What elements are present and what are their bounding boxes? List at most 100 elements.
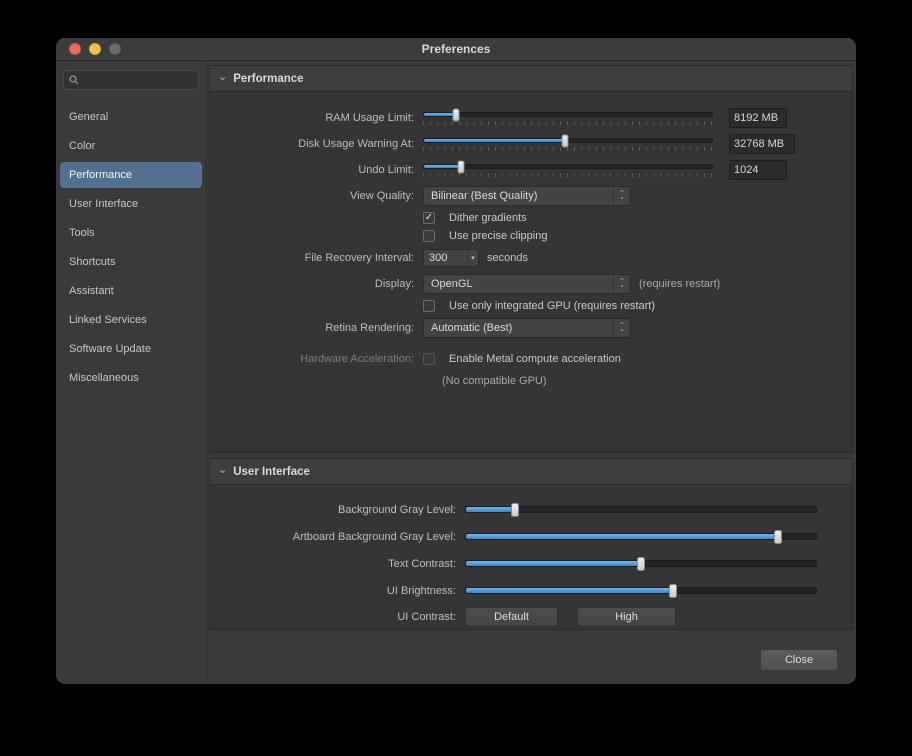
artboard-gray-label: Artboard Background Gray Level: xyxy=(292,530,456,543)
search-icon xyxy=(69,75,79,85)
dither-gradients-checkbox[interactable] xyxy=(423,212,435,224)
undo-limit-label: Undo Limit: xyxy=(358,164,414,176)
sidebar-item-performance[interactable]: Performance xyxy=(60,162,202,188)
user-interface-section-header[interactable]: ⌄ User Interface xyxy=(210,459,852,485)
hardware-accel-label: Hardware Acceleration: xyxy=(300,353,414,365)
desktop: { "window": { "title": "Preferences", "c… xyxy=(0,0,912,756)
sidebar-item-user-interface[interactable]: User Interface xyxy=(60,191,202,217)
hardware-accel-row: Hardware Acceleration: Enable Metal comp… xyxy=(220,346,842,372)
user-interface-section-title: User Interface xyxy=(233,465,310,478)
chevron-down-icon: ⌄ xyxy=(218,464,228,476)
ui-brightness-slider[interactable] xyxy=(465,584,817,598)
search-input[interactable] xyxy=(63,70,199,90)
integrated-gpu-checkbox[interactable] xyxy=(423,300,435,312)
slider-thumb[interactable] xyxy=(452,108,460,121)
ui-brightness-row: UI Brightness: xyxy=(220,577,842,604)
zoom-window-icon xyxy=(109,43,121,55)
sidebar-item-color[interactable]: Color xyxy=(60,133,202,159)
content-area: ⌄ Performance RAM Usage Limit: 8192 MB D… xyxy=(207,61,856,684)
undo-limit-slider[interactable] xyxy=(423,160,713,177)
undo-limit-field[interactable] xyxy=(729,160,787,180)
ram-usage-row: RAM Usage Limit: xyxy=(220,105,842,131)
ram-usage-slider[interactable] xyxy=(423,108,713,125)
dither-gradients-label: Dither gradients xyxy=(449,212,527,224)
traffic-lights xyxy=(69,43,121,55)
minimize-window-icon[interactable] xyxy=(89,43,101,55)
metal-accel-checkbox xyxy=(423,353,435,365)
disk-warning-label: Disk Usage Warning At: xyxy=(298,138,414,150)
close-window-icon[interactable] xyxy=(69,43,81,55)
slider-thumb[interactable] xyxy=(773,530,782,544)
slider-thumb[interactable] xyxy=(668,584,677,598)
artboard-gray-row: Artboard Background Gray Level: xyxy=(220,523,842,550)
text-contrast-label: Text Contrast: xyxy=(388,557,456,570)
precise-clipping-row: Use precise clipping xyxy=(220,227,842,245)
file-recovery-combo[interactable]: ▾ xyxy=(423,249,479,267)
integrated-gpu-row: Use only integrated GPU (requires restar… xyxy=(220,297,842,315)
chevron-down-icon: ⌄ xyxy=(218,71,228,83)
integrated-gpu-label: Use only integrated GPU (requires restar… xyxy=(449,300,656,312)
gpu-compat-note: (No compatible GPU) xyxy=(442,375,547,387)
retina-rendering-label: Retina Rendering: xyxy=(325,322,414,334)
background-gray-row: Background Gray Level: xyxy=(220,496,842,523)
precise-clipping-label: Use precise clipping xyxy=(449,230,548,242)
sidebar-item-linked-services[interactable]: Linked Services xyxy=(60,307,202,333)
sidebar-item-general[interactable]: General xyxy=(60,104,202,130)
updown-chevrons-icon: ⌃ ⌄ xyxy=(613,319,630,337)
disk-warning-slider[interactable] xyxy=(423,134,713,151)
gpu-note-row: (No compatible GPU) xyxy=(220,372,842,390)
file-recovery-input[interactable] xyxy=(424,252,467,264)
display-note: (requires restart) xyxy=(639,278,721,290)
slider-thumb[interactable] xyxy=(561,134,569,147)
background-gray-slider[interactable] xyxy=(465,503,817,517)
precise-clipping-checkbox[interactable] xyxy=(423,230,435,242)
ui-brightness-label: UI Brightness: xyxy=(386,584,456,597)
display-dropdown[interactable]: OpenGL ⌃ ⌄ xyxy=(423,274,631,294)
retina-rendering-value: Automatic (Best) xyxy=(431,322,513,334)
text-contrast-row: Text Contrast: xyxy=(220,550,842,577)
performance-section-title: Performance xyxy=(233,72,304,85)
sidebar-item-software-update[interactable]: Software Update xyxy=(60,336,202,362)
ram-usage-label: RAM Usage Limit: xyxy=(325,112,414,124)
slider-thumb[interactable] xyxy=(511,503,519,517)
text-contrast-slider[interactable] xyxy=(465,557,817,571)
preferences-window: Preferences General Color Performance Us… xyxy=(56,38,856,684)
artboard-gray-slider[interactable] xyxy=(465,530,817,544)
title-bar[interactable]: Preferences xyxy=(56,38,856,61)
view-quality-dropdown[interactable]: Bilinear (Best Quality) ⌃ ⌄ xyxy=(423,186,631,206)
close-button[interactable]: Close xyxy=(760,648,838,671)
metal-accel-label: Enable Metal compute acceleration xyxy=(449,353,621,365)
performance-section: ⌄ Performance RAM Usage Limit: 8192 MB D… xyxy=(209,65,853,453)
retina-rendering-dropdown[interactable]: Automatic (Best) ⌃ ⌄ xyxy=(423,318,631,338)
ram-usage-field[interactable] xyxy=(729,108,787,128)
file-recovery-label: File Recovery Interval: xyxy=(304,252,414,264)
ui-contrast-default-button[interactable]: Default xyxy=(465,607,558,627)
sidebar-item-shortcuts[interactable]: Shortcuts xyxy=(60,249,202,275)
retina-rendering-row: Retina Rendering: Automatic (Best) ⌃ ⌄ xyxy=(220,315,842,341)
performance-section-header[interactable]: ⌄ Performance xyxy=(210,66,852,92)
disk-warning-row: Disk Usage Warning At: xyxy=(220,131,842,157)
view-quality-label: View Quality: xyxy=(350,190,414,202)
dither-gradients-row: Dither gradients xyxy=(220,209,842,227)
display-row: Display: OpenGL ⌃ ⌄ (requires restart) xyxy=(220,271,842,297)
sidebar-item-miscellaneous[interactable]: Miscellaneous xyxy=(60,365,202,391)
sidebar-item-assistant[interactable]: Assistant xyxy=(60,278,202,304)
sidebar: General Color Performance User Interface… xyxy=(56,61,207,684)
file-recovery-row: File Recovery Interval: ▾ seconds xyxy=(220,245,842,271)
undo-limit-row: Undo Limit: xyxy=(220,157,842,183)
slider-thumb[interactable] xyxy=(637,557,645,571)
ui-contrast-label: UI Contrast: xyxy=(397,611,456,623)
display-label: Display: xyxy=(374,278,414,290)
footer: Close xyxy=(209,635,853,684)
disk-warning-field[interactable] xyxy=(729,134,795,154)
chevron-down-icon[interactable]: ▾ xyxy=(467,250,478,266)
display-value: OpenGL xyxy=(431,278,473,290)
sidebar-item-tools[interactable]: Tools xyxy=(60,220,202,246)
updown-chevrons-icon: ⌃ ⌄ xyxy=(613,187,630,205)
view-quality-row: View Quality: Bilinear (Best Quality) ⌃ ⌄ xyxy=(220,183,842,209)
user-interface-section: ⌄ User Interface Background Gray Level: xyxy=(209,458,853,630)
ui-contrast-high-button[interactable]: High xyxy=(577,607,676,627)
slider-thumb[interactable] xyxy=(457,160,465,173)
background-gray-label: Background Gray Level: xyxy=(337,503,456,516)
view-quality-value: Bilinear (Best Quality) xyxy=(431,190,538,202)
